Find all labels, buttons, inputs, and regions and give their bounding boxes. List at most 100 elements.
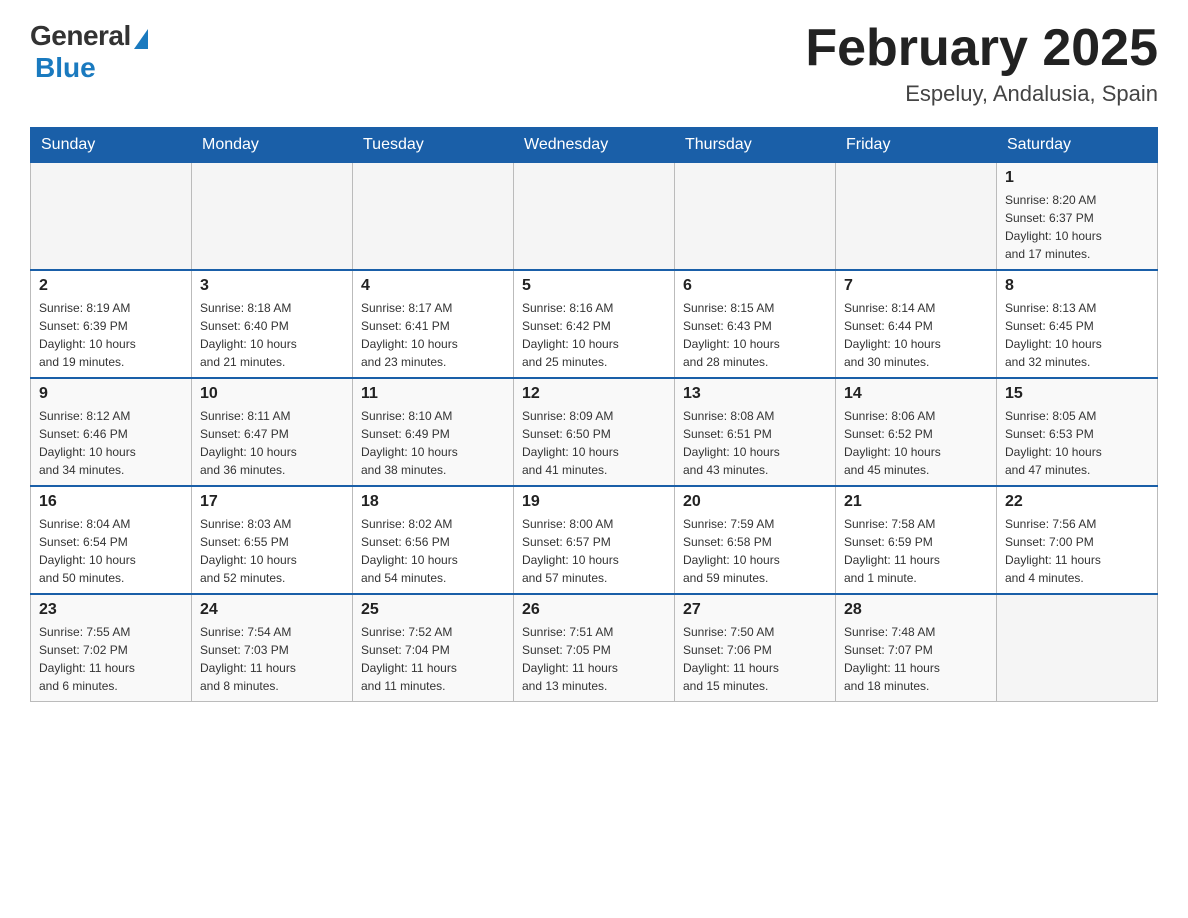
calendar-week-row: 16 Sunrise: 8:04 AM Sunset: 6:54 PM Dayli… bbox=[31, 486, 1158, 594]
title-block: February 2025 Espeluy, Andalusia, Spain bbox=[805, 20, 1158, 107]
col-thursday: Thursday bbox=[675, 128, 836, 163]
day-info: Sunrise: 8:14 AM Sunset: 6:44 PM Dayligh… bbox=[844, 299, 988, 371]
table-row: 23 Sunrise: 7:55 AM Sunset: 7:02 PM Dayli… bbox=[31, 594, 192, 702]
day-number: 14 bbox=[844, 385, 988, 403]
day-number: 5 bbox=[522, 277, 666, 295]
table-row: 21 Sunrise: 7:58 AM Sunset: 6:59 PM Dayli… bbox=[836, 486, 997, 594]
calendar-week-row: 2 Sunrise: 8:19 AM Sunset: 6:39 PM Daylig… bbox=[31, 270, 1158, 378]
day-info: Sunrise: 7:56 AM Sunset: 7:00 PM Dayligh… bbox=[1005, 515, 1149, 587]
day-number: 2 bbox=[39, 277, 183, 295]
day-info: Sunrise: 8:11 AM Sunset: 6:47 PM Dayligh… bbox=[200, 407, 344, 479]
day-info: Sunrise: 8:06 AM Sunset: 6:52 PM Dayligh… bbox=[844, 407, 988, 479]
day-number: 21 bbox=[844, 493, 988, 511]
table-row: 20 Sunrise: 7:59 AM Sunset: 6:58 PM Dayli… bbox=[675, 486, 836, 594]
col-friday: Friday bbox=[836, 128, 997, 163]
table-row: 22 Sunrise: 7:56 AM Sunset: 7:00 PM Dayli… bbox=[997, 486, 1158, 594]
logo-general-text: General bbox=[30, 20, 131, 52]
day-number: 4 bbox=[361, 277, 505, 295]
table-row: 11 Sunrise: 8:10 AM Sunset: 6:49 PM Dayli… bbox=[353, 378, 514, 486]
day-number: 3 bbox=[200, 277, 344, 295]
day-number: 24 bbox=[200, 601, 344, 619]
table-row: 9 Sunrise: 8:12 AM Sunset: 6:46 PM Daylig… bbox=[31, 378, 192, 486]
day-info: Sunrise: 8:04 AM Sunset: 6:54 PM Dayligh… bbox=[39, 515, 183, 587]
day-number: 6 bbox=[683, 277, 827, 295]
table-row: 16 Sunrise: 8:04 AM Sunset: 6:54 PM Dayli… bbox=[31, 486, 192, 594]
day-number: 10 bbox=[200, 385, 344, 403]
logo: General Blue bbox=[30, 20, 148, 84]
day-info: Sunrise: 8:20 AM Sunset: 6:37 PM Dayligh… bbox=[1005, 191, 1149, 263]
day-number: 20 bbox=[683, 493, 827, 511]
day-info: Sunrise: 8:08 AM Sunset: 6:51 PM Dayligh… bbox=[683, 407, 827, 479]
calendar-week-row: 23 Sunrise: 7:55 AM Sunset: 7:02 PM Dayli… bbox=[31, 594, 1158, 702]
day-info: Sunrise: 8:10 AM Sunset: 6:49 PM Dayligh… bbox=[361, 407, 505, 479]
calendar-table: Sunday Monday Tuesday Wednesday Thursday… bbox=[30, 127, 1158, 702]
day-info: Sunrise: 8:12 AM Sunset: 6:46 PM Dayligh… bbox=[39, 407, 183, 479]
table-row: 5 Sunrise: 8:16 AM Sunset: 6:42 PM Daylig… bbox=[514, 270, 675, 378]
col-tuesday: Tuesday bbox=[353, 128, 514, 163]
day-info: Sunrise: 8:05 AM Sunset: 6:53 PM Dayligh… bbox=[1005, 407, 1149, 479]
calendar-week-row: 9 Sunrise: 8:12 AM Sunset: 6:46 PM Daylig… bbox=[31, 378, 1158, 486]
day-number: 27 bbox=[683, 601, 827, 619]
table-row: 25 Sunrise: 7:52 AM Sunset: 7:04 PM Dayli… bbox=[353, 594, 514, 702]
table-row: 18Sunrise: 8:02 AM Sunset: 6:56 PM Dayli… bbox=[353, 486, 514, 594]
day-info: Sunrise: 7:52 AM Sunset: 7:04 PM Dayligh… bbox=[361, 623, 505, 695]
day-info: Sunrise: 8:19 AM Sunset: 6:39 PM Dayligh… bbox=[39, 299, 183, 371]
table-row: 15 Sunrise: 8:05 AM Sunset: 6:53 PM Dayli… bbox=[997, 378, 1158, 486]
day-number: 9 bbox=[39, 385, 183, 403]
table-row bbox=[675, 163, 836, 271]
day-info: Sunrise: 8:17 AM Sunset: 6:41 PM Dayligh… bbox=[361, 299, 505, 371]
table-row: 7 Sunrise: 8:14 AM Sunset: 6:44 PM Daylig… bbox=[836, 270, 997, 378]
table-row: 26 Sunrise: 7:51 AM Sunset: 7:05 PM Dayli… bbox=[514, 594, 675, 702]
day-info: Sunrise: 7:48 AM Sunset: 7:07 PM Dayligh… bbox=[844, 623, 988, 695]
col-monday: Monday bbox=[192, 128, 353, 163]
page-header: General Blue February 2025 Espeluy, Anda… bbox=[30, 20, 1158, 107]
col-sunday: Sunday bbox=[31, 128, 192, 163]
table-row: 6 Sunrise: 8:15 AM Sunset: 6:43 PM Daylig… bbox=[675, 270, 836, 378]
table-row bbox=[192, 163, 353, 271]
day-number: 7 bbox=[844, 277, 988, 295]
day-number: 11 bbox=[361, 385, 505, 403]
day-info: Sunrise: 8:16 AM Sunset: 6:42 PM Dayligh… bbox=[522, 299, 666, 371]
table-row bbox=[514, 163, 675, 271]
day-info: Sunrise: 8:03 AM Sunset: 6:55 PM Dayligh… bbox=[200, 515, 344, 587]
day-number: 28 bbox=[844, 601, 988, 619]
table-row: 8 Sunrise: 8:13 AM Sunset: 6:45 PM Daylig… bbox=[997, 270, 1158, 378]
table-row: 14 Sunrise: 8:06 AM Sunset: 6:52 PM Dayli… bbox=[836, 378, 997, 486]
day-info: Sunrise: 7:55 AM Sunset: 7:02 PM Dayligh… bbox=[39, 623, 183, 695]
table-row: 24Sunrise: 7:54 AM Sunset: 7:03 PM Dayli… bbox=[192, 594, 353, 702]
location-title: Espeluy, Andalusia, Spain bbox=[805, 81, 1158, 107]
table-row: 2 Sunrise: 8:19 AM Sunset: 6:39 PM Daylig… bbox=[31, 270, 192, 378]
table-row: 13 Sunrise: 8:08 AM Sunset: 6:51 PM Dayli… bbox=[675, 378, 836, 486]
day-info: Sunrise: 8:15 AM Sunset: 6:43 PM Dayligh… bbox=[683, 299, 827, 371]
day-info: Sunrise: 8:13 AM Sunset: 6:45 PM Dayligh… bbox=[1005, 299, 1149, 371]
day-number: 12 bbox=[522, 385, 666, 403]
table-row: 1 Sunrise: 8:20 AM Sunset: 6:37 PM Daylig… bbox=[997, 163, 1158, 271]
day-number: 22 bbox=[1005, 493, 1149, 511]
day-info: Sunrise: 7:59 AM Sunset: 6:58 PM Dayligh… bbox=[683, 515, 827, 587]
day-info: Sunrise: 7:50 AM Sunset: 7:06 PM Dayligh… bbox=[683, 623, 827, 695]
day-number: 25 bbox=[361, 601, 505, 619]
table-row: 19Sunrise: 8:00 AM Sunset: 6:57 PM Dayli… bbox=[514, 486, 675, 594]
table-row bbox=[997, 594, 1158, 702]
table-row: 28 Sunrise: 7:48 AM Sunset: 7:07 PM Dayli… bbox=[836, 594, 997, 702]
table-row: 27 Sunrise: 7:50 AM Sunset: 7:06 PM Dayli… bbox=[675, 594, 836, 702]
table-row: 12 Sunrise: 8:09 AM Sunset: 6:50 PM Dayli… bbox=[514, 378, 675, 486]
day-info: Sunrise: 7:58 AM Sunset: 6:59 PM Dayligh… bbox=[844, 515, 988, 587]
day-number: 18 bbox=[361, 493, 505, 511]
day-number: 23 bbox=[39, 601, 183, 619]
day-info: Sunrise: 8:00 AM Sunset: 6:57 PM Dayligh… bbox=[522, 515, 666, 587]
day-info: Sunrise: 7:51 AM Sunset: 7:05 PM Dayligh… bbox=[522, 623, 666, 695]
day-number: 8 bbox=[1005, 277, 1149, 295]
day-number: 26 bbox=[522, 601, 666, 619]
day-number: 16 bbox=[39, 493, 183, 511]
day-number: 1 bbox=[1005, 169, 1149, 187]
day-number: 17 bbox=[200, 493, 344, 511]
table-row bbox=[836, 163, 997, 271]
table-row bbox=[31, 163, 192, 271]
day-info: Sunrise: 8:18 AM Sunset: 6:40 PM Dayligh… bbox=[200, 299, 344, 371]
day-info: Sunrise: 8:09 AM Sunset: 6:50 PM Dayligh… bbox=[522, 407, 666, 479]
table-row: 10 Sunrise: 8:11 AM Sunset: 6:47 PM Dayli… bbox=[192, 378, 353, 486]
day-number: 13 bbox=[683, 385, 827, 403]
logo-blue-text: Blue bbox=[35, 52, 96, 84]
day-number: 15 bbox=[1005, 385, 1149, 403]
